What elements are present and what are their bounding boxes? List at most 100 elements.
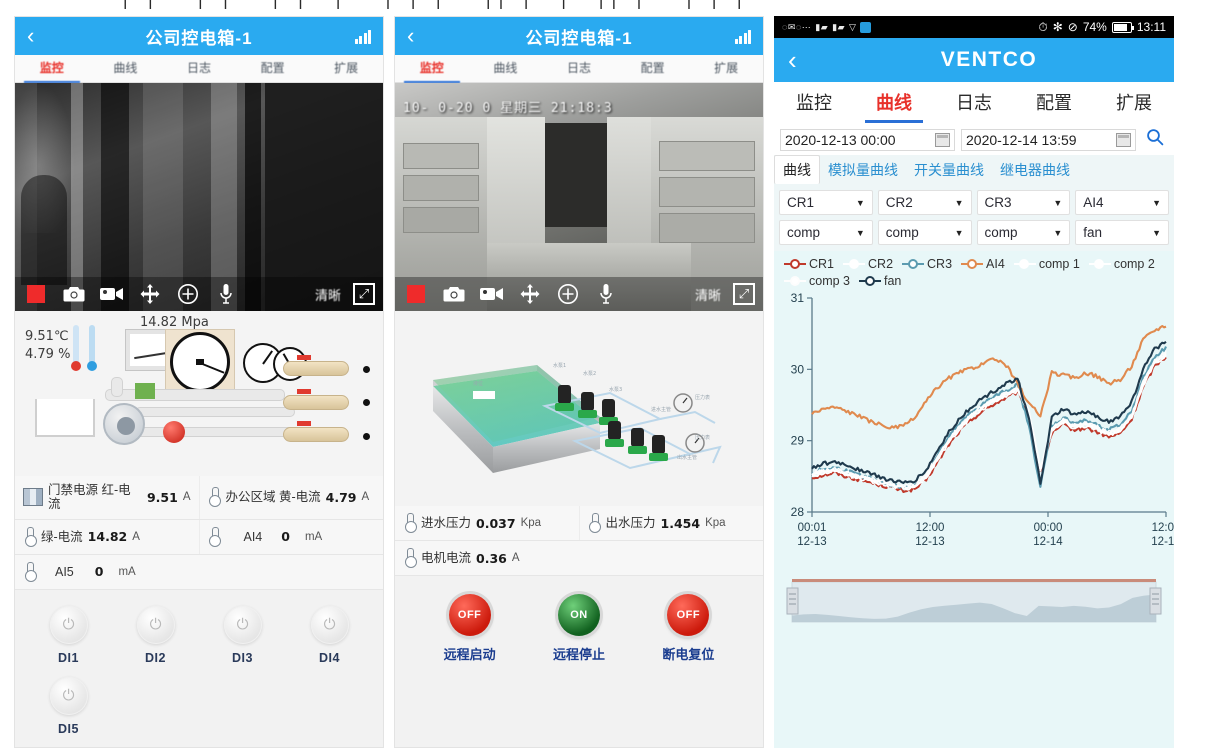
microphone-icon[interactable]: [213, 283, 239, 305]
video-feed-1[interactable]: 清晰 ⤢: [15, 83, 383, 311]
remote-start-button[interactable]: OFF 远程启动: [444, 594, 496, 663]
selector-cr1[interactable]: CR1 ▼: [779, 190, 873, 215]
status-lamp[interactable]: OFF: [667, 594, 710, 636]
video-camera-icon[interactable]: [479, 283, 505, 305]
calendar-icon[interactable]: [1116, 132, 1131, 147]
di-button-2[interactable]: ⏻ DI2: [112, 605, 199, 665]
legend-item[interactable]: CR2: [843, 257, 893, 271]
app-header-1: ‹ 公司控电箱-1: [15, 17, 383, 55]
selector-ai4[interactable]: AI4 ▼: [1075, 190, 1169, 215]
status-lamp[interactable]: OFF: [448, 594, 491, 636]
status-lamp[interactable]: ON: [557, 594, 600, 636]
chevron-down-icon[interactable]: ▼: [1152, 228, 1161, 238]
calendar-icon[interactable]: [935, 132, 950, 147]
tab-log-3[interactable]: 日志: [934, 83, 1014, 123]
di-button-1[interactable]: ⏻ DI1: [25, 605, 112, 665]
datazoom-handle-left[interactable]: [786, 587, 799, 615]
remote-stop-button[interactable]: ON 远程停止: [553, 594, 605, 663]
legend-item[interactable]: AI4: [961, 257, 1005, 271]
selector-fan[interactable]: fan ▼: [1075, 220, 1169, 245]
search-icon[interactable]: [1142, 128, 1168, 151]
tab-monitor-2[interactable]: 监控: [395, 55, 469, 83]
chevron-down-icon[interactable]: ▼: [856, 228, 865, 238]
subtab-analog-curve[interactable]: 模拟量曲线: [820, 156, 906, 184]
di-button-3[interactable]: ⏻ DI3: [199, 605, 286, 665]
tab-log-1[interactable]: 日志: [162, 55, 236, 82]
quality-label-1[interactable]: 清晰: [315, 285, 341, 304]
video-controls-2: 清晰 ⤢: [395, 277, 763, 311]
chart-area[interactable]: 28 29 30 31 00:01 12-13 12:00 12-13 00:00 12-14 12…: [774, 290, 1174, 558]
battery-icon: [1111, 21, 1135, 33]
legend-item[interactable]: comp 3: [784, 274, 850, 288]
back-icon[interactable]: ‹: [788, 45, 818, 76]
selector-cr2[interactable]: CR2 ▼: [877, 190, 972, 215]
tab-extend-2[interactable]: 扩展: [689, 55, 763, 82]
subtab-curve[interactable]: 曲线: [774, 155, 820, 184]
back-icon[interactable]: ‹: [407, 25, 433, 47]
tab-config-2[interactable]: 配置: [616, 55, 690, 82]
tab-extend-1[interactable]: 扩展: [309, 55, 383, 82]
chevron-down-icon[interactable]: ▼: [856, 198, 865, 208]
power-icon[interactable]: ⏻: [223, 605, 262, 644]
legend-label: AI4: [986, 257, 1005, 271]
legend-item[interactable]: CR3: [902, 257, 952, 271]
microphone-icon[interactable]: [593, 283, 619, 305]
tab-curve-3[interactable]: 曲线: [854, 83, 934, 123]
tab-curve-2[interactable]: 曲线: [469, 55, 543, 82]
chevron-down-icon[interactable]: ▼: [1053, 198, 1062, 208]
reading-unit: mA: [304, 530, 323, 543]
snapshot-camera-icon[interactable]: [61, 283, 87, 305]
pan-tilt-icon[interactable]: [137, 283, 163, 305]
selector-comp1[interactable]: comp ▼: [779, 220, 873, 245]
mute-icon: ⊘: [1067, 20, 1078, 34]
power-reset-button[interactable]: OFF 断电复位: [662, 594, 714, 663]
subtab-switch-curve[interactable]: 开关量曲线: [906, 156, 992, 184]
tab-curve-1[interactable]: 曲线: [89, 55, 163, 82]
chevron-down-icon[interactable]: ▼: [955, 228, 964, 238]
quality-label-2[interactable]: 清晰: [695, 285, 721, 304]
di-button-4[interactable]: ⏻ DI4: [286, 605, 373, 665]
subtab-relay-curve[interactable]: 继电器曲线: [992, 156, 1078, 184]
di-button-5[interactable]: ⏻ DI5: [25, 676, 112, 736]
datazoom-handle-right[interactable]: [1149, 587, 1162, 615]
record-icon[interactable]: [23, 283, 49, 305]
video-feed-2[interactable]: 10- 0-20 0 星期三 21:18:3 清晰 ⤢: [395, 83, 763, 311]
selector-value: CR2: [885, 195, 913, 210]
legend-item[interactable]: fan: [859, 274, 901, 288]
chart-datazoom[interactable]: [774, 568, 1174, 638]
chevron-down-icon[interactable]: ▼: [1152, 198, 1161, 208]
fullscreen-icon[interactable]: ⤢: [353, 283, 375, 305]
back-icon[interactable]: ‹: [27, 25, 53, 47]
tab-extend-3[interactable]: 扩展: [1094, 83, 1174, 123]
signal-bars-icon: [725, 28, 751, 44]
legend-item[interactable]: CR1: [784, 257, 834, 271]
tab-monitor-3[interactable]: 监控: [774, 83, 854, 123]
reading-label: 门禁电源 红-电流: [48, 483, 131, 512]
fullscreen-icon[interactable]: ⤢: [733, 283, 755, 305]
power-icon[interactable]: ⏻: [136, 605, 175, 644]
tab-log-2[interactable]: 日志: [542, 55, 616, 82]
zoom-in-icon[interactable]: [555, 283, 581, 305]
thermometer-icon: [208, 487, 221, 508]
selector-comp2[interactable]: comp ▼: [877, 220, 972, 245]
zoom-in-icon[interactable]: [175, 283, 201, 305]
power-icon[interactable]: ⏻: [310, 605, 349, 644]
power-icon[interactable]: ⏻: [49, 605, 88, 644]
record-icon[interactable]: [403, 283, 429, 305]
chevron-down-icon[interactable]: ▼: [1053, 228, 1062, 238]
snapshot-camera-icon[interactable]: [441, 283, 467, 305]
power-icon[interactable]: ⏻: [49, 676, 88, 715]
selector-cr3[interactable]: CR3 ▼: [976, 190, 1071, 215]
video-camera-icon[interactable]: [99, 283, 125, 305]
video-controls-1: 清晰 ⤢: [15, 277, 383, 311]
selector-comp3[interactable]: comp ▼: [976, 220, 1071, 245]
date-from-field[interactable]: 2020-12-13 00:00: [780, 128, 955, 151]
tab-config-3[interactable]: 配置: [1014, 83, 1094, 123]
tab-monitor-1[interactable]: 监控: [15, 55, 89, 83]
pan-tilt-icon[interactable]: [517, 283, 543, 305]
date-to-field[interactable]: 2020-12-14 13:59: [961, 128, 1136, 151]
legend-item[interactable]: comp 1: [1013, 257, 1080, 271]
chevron-down-icon[interactable]: ▼: [955, 198, 964, 208]
tab-config-1[interactable]: 配置: [236, 55, 310, 82]
legend-item[interactable]: comp 2: [1088, 257, 1155, 271]
